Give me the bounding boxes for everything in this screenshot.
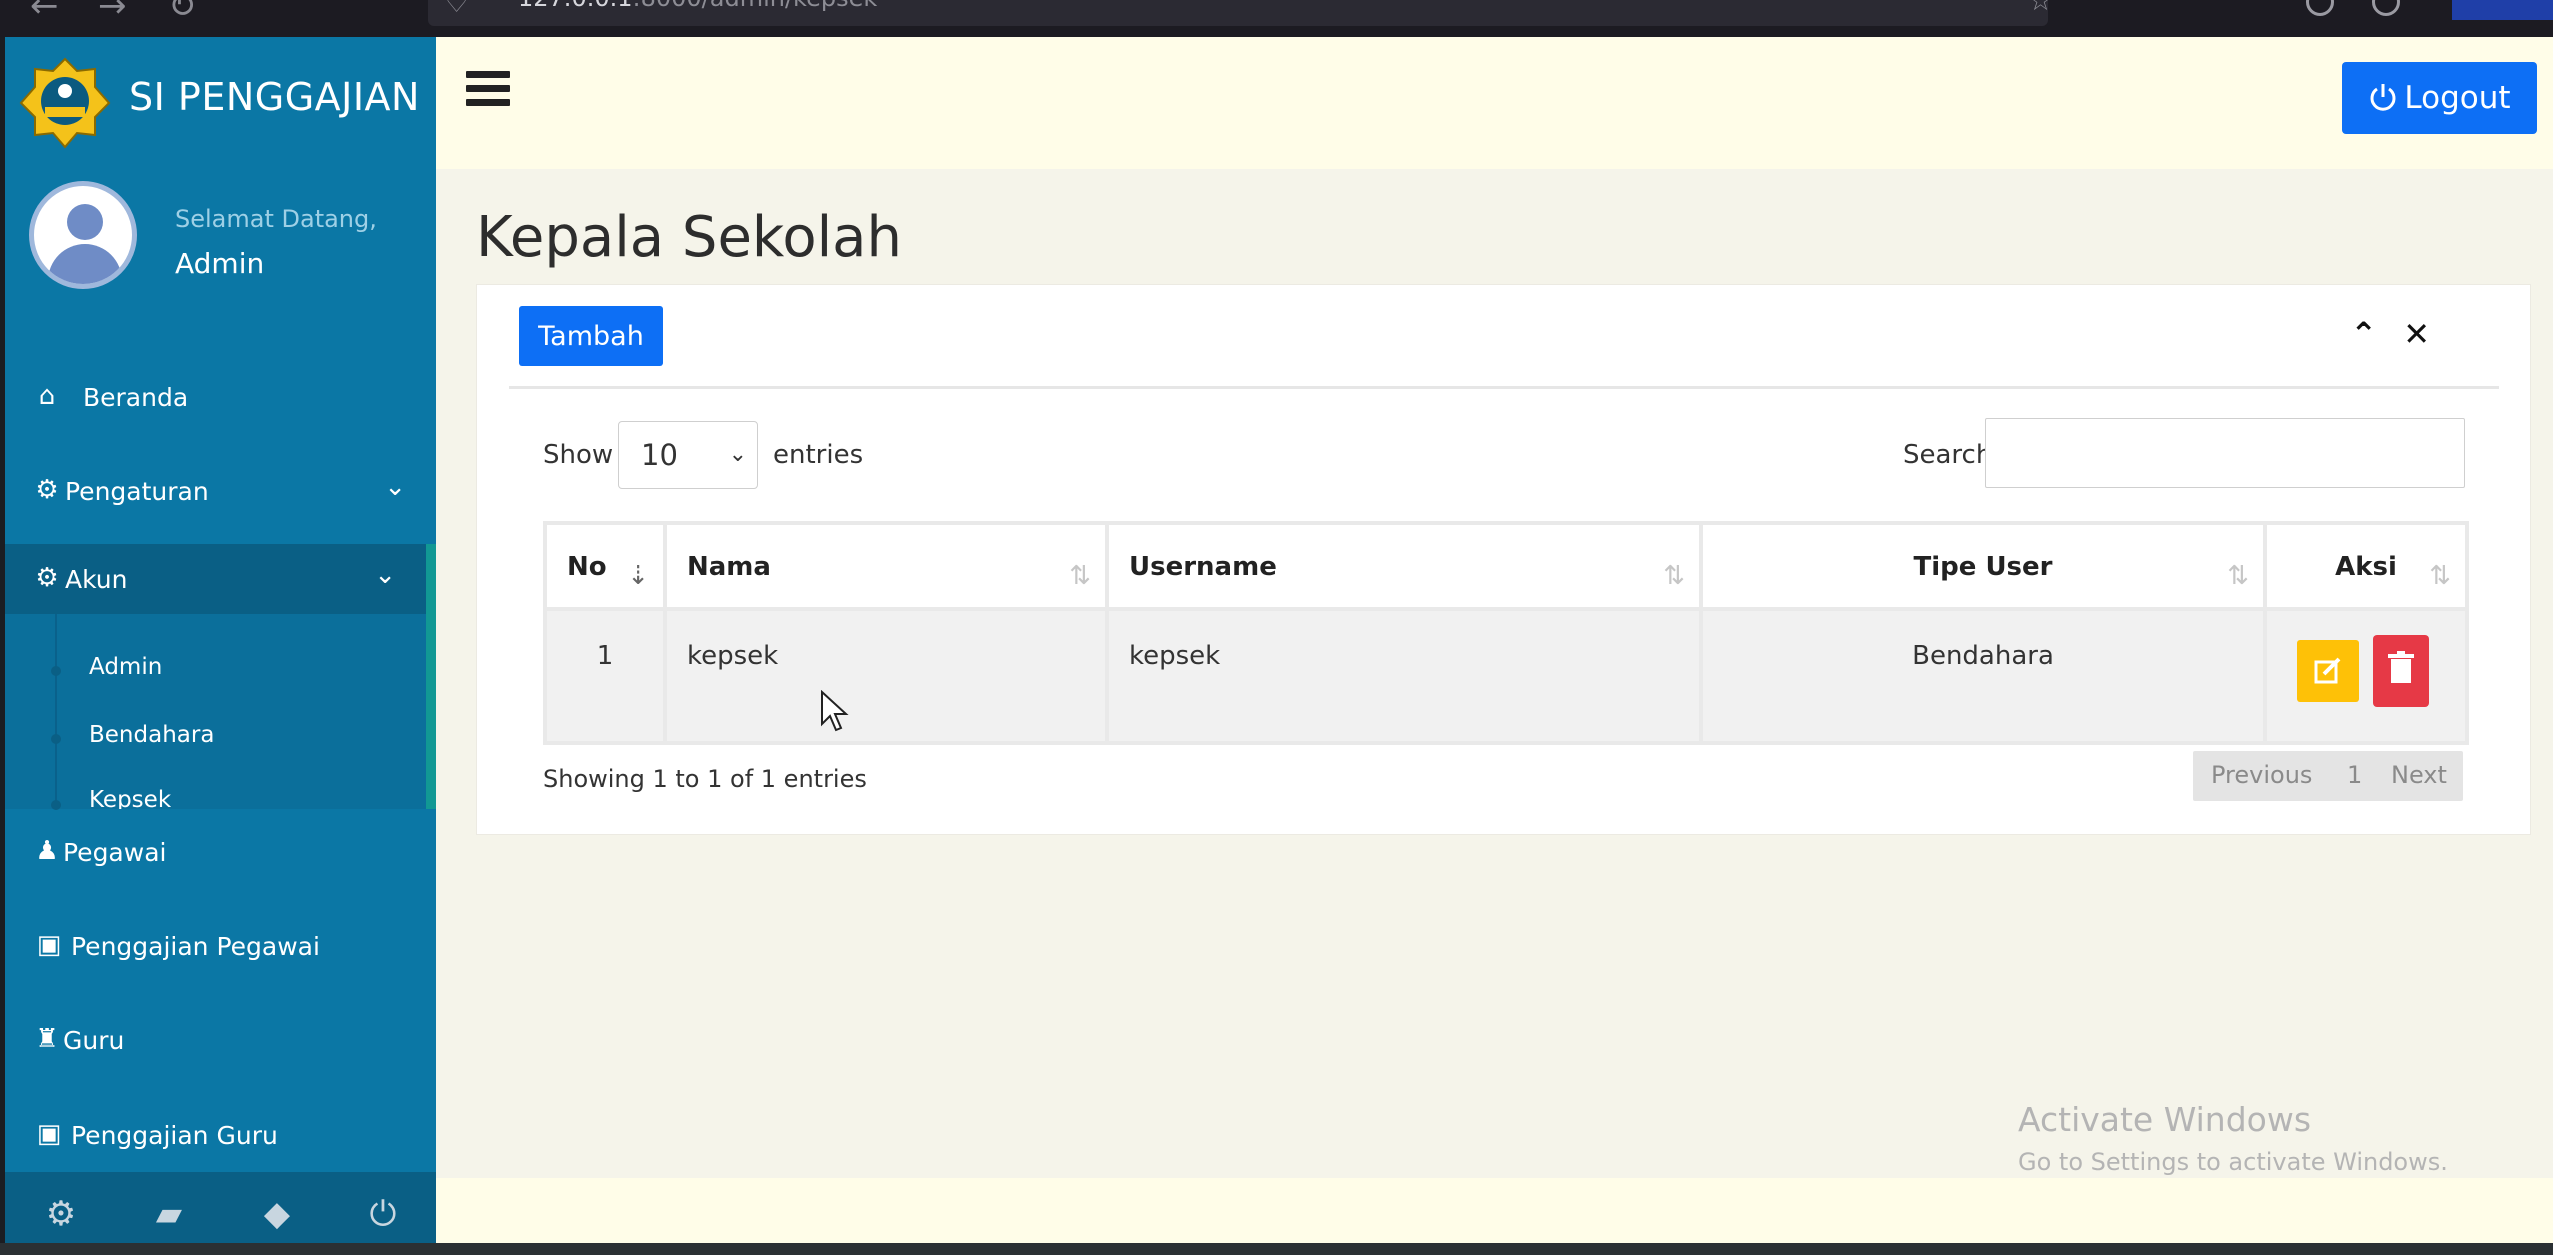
- cell-username: kepsek: [1109, 611, 1699, 741]
- close-icon[interactable]: ✕: [2403, 315, 2430, 353]
- cell-nama: kepsek: [667, 611, 1105, 741]
- mouse-cursor-icon: [821, 690, 849, 732]
- tags-icon[interactable]: ◆: [257, 1194, 297, 1234]
- sidebar: SI PENGGAJIAN Selamat Datang, Admin ⌂ Be…: [5, 37, 436, 1172]
- column-header-no[interactable]: No ⇣: [547, 525, 663, 607]
- bullet-icon: [51, 734, 61, 744]
- gear-icon: ⚙: [35, 563, 59, 593]
- main-content: Kepala Sekolah Tambah ⌃ ✕ Show 10 ⌄ entr…: [436, 169, 2553, 1178]
- pagination: Previous 1 Next: [2193, 751, 2463, 801]
- address-bar[interactable]: ♡ 127.0.0.1:8000/admin/kepsek ☆: [428, 0, 2053, 26]
- menu-toggle-icon[interactable]: [466, 71, 510, 109]
- settings-icon[interactable]: ⚙: [41, 1194, 81, 1234]
- sidebar-item-pengaturan[interactable]: ⚙ Pengaturan ⌄: [5, 456, 436, 526]
- url-text: 127.0.0.1:8000/admin/kepsek: [518, 0, 877, 12]
- entries-select[interactable]: 10 ⌄: [618, 421, 758, 489]
- logout-button[interactable]: Logout: [2342, 62, 2537, 134]
- submenu-item-admin[interactable]: Admin: [89, 654, 162, 680]
- sidebar-item-penggajian-pegawai[interactable]: ▣ Penggajian Pegawai: [5, 911, 436, 981]
- pagination-page-1[interactable]: 1: [2347, 761, 2362, 789]
- submenu-item-kepsek[interactable]: Kepsek: [89, 787, 171, 809]
- app-window: ← → ↻ ♡ 127.0.0.1:8000/admin/kepsek ☆ SI…: [0, 0, 2553, 1255]
- activate-windows-title: Activate Windows: [2018, 1100, 2312, 1139]
- sort-icon: ⇅: [2227, 561, 2249, 591]
- power-icon[interactable]: ⏻: [363, 1194, 403, 1234]
- top-navbar: Logout: [436, 37, 2553, 169]
- os-taskbar: [0, 1243, 2553, 1255]
- cell-tipe-user: Bendahara: [1703, 611, 2263, 741]
- entries-label: entries: [773, 440, 864, 470]
- folder-icon[interactable]: ▰: [149, 1194, 189, 1234]
- divider: [509, 386, 2499, 389]
- bookmark-star-icon[interactable]: ☆: [2028, 0, 2053, 17]
- delete-button[interactable]: [2373, 635, 2429, 707]
- money-icon: ▣: [36, 930, 62, 960]
- cell-no: 1: [547, 611, 663, 741]
- user-icon: ♟: [35, 836, 59, 866]
- footer-bar: [436, 1178, 2553, 1243]
- activate-windows-subtitle: Go to Settings to activate Windows.: [2018, 1148, 2448, 1176]
- data-card: Tambah ⌃ ✕ Show 10 ⌄ entries Search: No: [476, 284, 2531, 835]
- sort-icon: ⇅: [1663, 561, 1685, 591]
- back-arrow-icon[interactable]: ←: [30, 0, 59, 26]
- extension-icon[interactable]: [2372, 0, 2400, 16]
- sidebar-item-guru[interactable]: ♜ Guru: [5, 1005, 436, 1075]
- card-tools: ⌃ ✕: [2334, 315, 2430, 353]
- search-input[interactable]: [1985, 418, 2465, 488]
- page-title: Kepala Sekolah: [476, 205, 902, 270]
- bullet-icon: [51, 800, 61, 810]
- sidebar-item-penggajian-guru[interactable]: ▣ Penggajian Guru: [5, 1100, 436, 1170]
- show-label: Show: [543, 440, 614, 470]
- sort-icon: ⇅: [1069, 561, 1091, 591]
- add-button[interactable]: Tambah: [519, 306, 663, 366]
- school-logo-icon: [19, 57, 111, 149]
- welcome-text: Selamat Datang,: [175, 205, 377, 233]
- table-info: Showing 1 to 1 of 1 entries: [543, 765, 867, 793]
- sidebar-item-akun[interactable]: ⚙ Akun ⌄: [5, 544, 426, 614]
- chevron-down-icon: ⌄: [384, 472, 406, 502]
- money-icon: ▣: [36, 1119, 62, 1149]
- browser-toolbar: ← → ↻ ♡ 127.0.0.1:8000/admin/kepsek ☆: [0, 0, 2553, 37]
- edit-icon: [2314, 657, 2341, 684]
- account-icon[interactable]: [2306, 0, 2334, 16]
- pagination-previous[interactable]: Previous: [2211, 761, 2312, 789]
- column-header-nama[interactable]: Nama ⇅: [667, 525, 1105, 607]
- sort-asc-icon: ⇣: [627, 561, 649, 591]
- submenu-tree-line: [55, 614, 57, 809]
- power-icon: [2370, 84, 2396, 111]
- home-icon: ⌂: [38, 381, 56, 411]
- submenu-item-bendahara[interactable]: Bendahara: [89, 722, 214, 748]
- edit-button[interactable]: [2297, 640, 2359, 702]
- sidebar-item-pegawai[interactable]: ♟ Pegawai: [5, 817, 436, 887]
- avatar: [29, 181, 137, 289]
- akun-submenu: Admin Bendahara Kepsek: [5, 614, 426, 810]
- table-header-row: No ⇣ Nama ⇅ Username ⇅ Tipe User ⇅ Aksi …: [547, 525, 2465, 607]
- pagination-next[interactable]: Next: [2391, 761, 2447, 789]
- collapse-icon[interactable]: ⌃: [2350, 315, 2377, 353]
- bullet-icon: [51, 666, 61, 676]
- app-title: SI PENGGAJIAN: [129, 75, 420, 119]
- chevron-down-icon: ⌄: [728, 442, 747, 467]
- brand-header[interactable]: SI PENGGAJIAN: [5, 37, 436, 155]
- gear-icon: ⚙: [35, 475, 59, 505]
- sort-icon: ⇅: [2429, 561, 2451, 591]
- teacher-icon: ♜: [35, 1024, 59, 1054]
- sidebar-item-beranda[interactable]: ⌂ Beranda: [5, 362, 436, 432]
- column-header-aksi[interactable]: Aksi ⇅: [2267, 525, 2465, 607]
- chevron-down-icon: ⌄: [374, 560, 396, 590]
- column-header-username[interactable]: Username ⇅: [1109, 525, 1699, 607]
- window-corner: [2452, 0, 2553, 20]
- cell-aksi: [2267, 611, 2465, 741]
- active-indicator: [426, 544, 436, 809]
- trash-icon: [2388, 651, 2414, 683]
- column-header-tipe-user[interactable]: Tipe User ⇅: [1703, 525, 2263, 607]
- forward-arrow-icon[interactable]: →: [98, 0, 127, 26]
- user-name: Admin: [175, 247, 265, 280]
- reload-icon[interactable]: ↻: [168, 0, 197, 26]
- shield-icon[interactable]: ♡: [444, 0, 469, 19]
